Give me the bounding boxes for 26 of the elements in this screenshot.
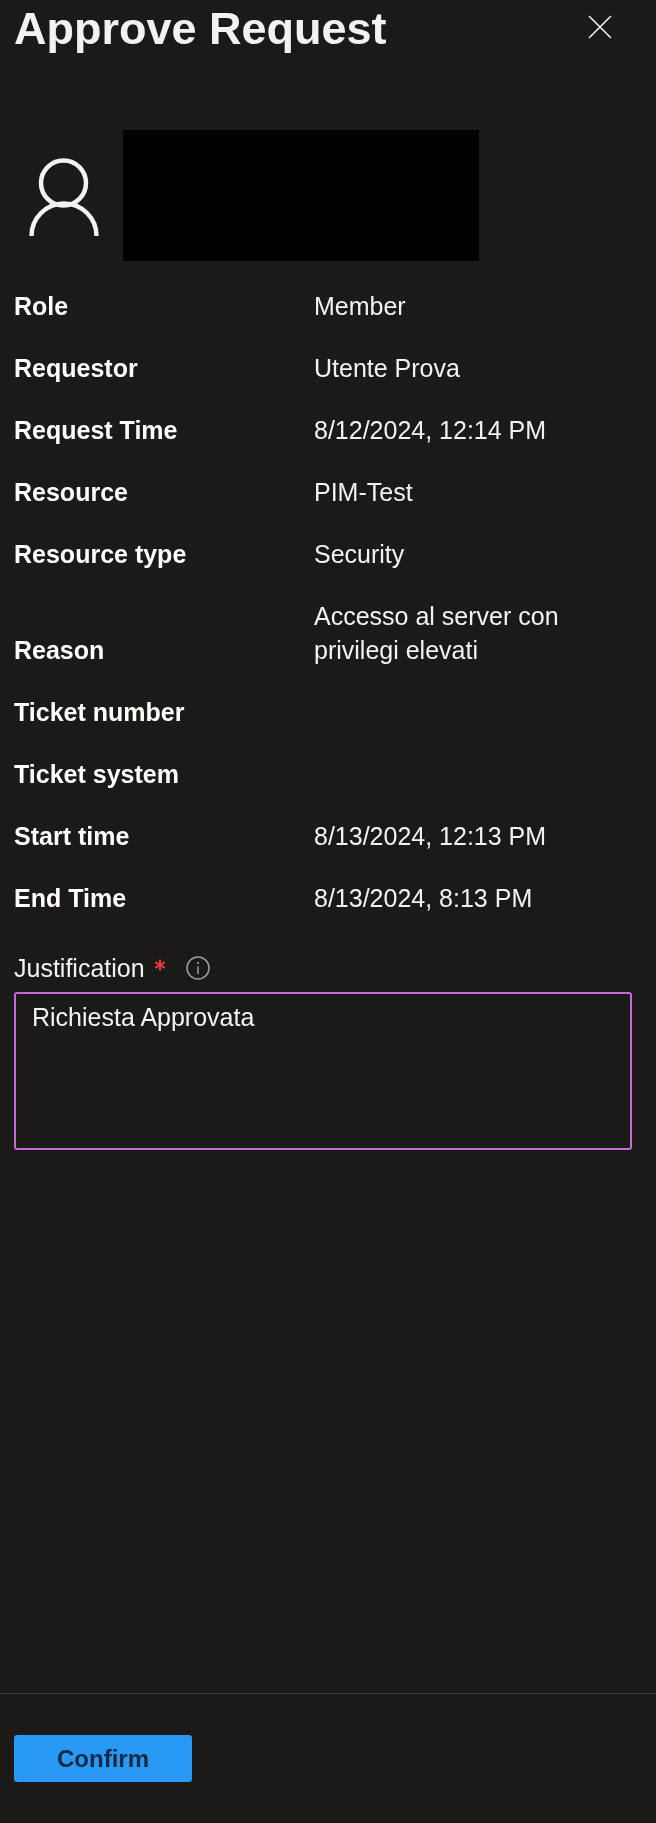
- detail-value: Accesso al server con privilegi elevati: [314, 601, 560, 666]
- detail-value: 8/13/2024, 8:13 PM: [314, 883, 534, 914]
- detail-value: Member: [314, 291, 407, 322]
- justification-field[interactable]: Richiesta Approvata: [14, 992, 632, 1150]
- detail-label: Ticket number: [14, 697, 186, 728]
- detail-label: Resource: [14, 477, 129, 508]
- detail-value: 8/12/2024, 12:14 PM: [314, 415, 548, 446]
- detail-label: Reason: [14, 635, 106, 666]
- detail-value: Utente Prova: [314, 353, 461, 384]
- detail-value: 8/13/2024, 12:13 PM: [314, 821, 548, 852]
- detail-label: Resource type: [14, 539, 188, 570]
- detail-label: Requestor: [14, 353, 139, 384]
- detail-label: Role: [14, 291, 70, 322]
- confirm-button[interactable]: Confirm: [14, 1735, 192, 1782]
- close-button[interactable]: [588, 15, 612, 39]
- info-icon[interactable]: [185, 956, 210, 980]
- close-icon: [588, 15, 612, 39]
- detail-label: Ticket system: [14, 759, 180, 790]
- detail-label: Request Time: [14, 415, 179, 446]
- detail-value: PIM-Test: [314, 477, 414, 508]
- justification-label: Justification: [14, 953, 145, 984]
- detail-label: Start time: [14, 821, 131, 852]
- panel-title: Approve Request: [14, 3, 387, 55]
- detail-value: Security: [314, 539, 406, 570]
- person-icon: [29, 155, 99, 236]
- detail-label: End Time: [14, 883, 128, 914]
